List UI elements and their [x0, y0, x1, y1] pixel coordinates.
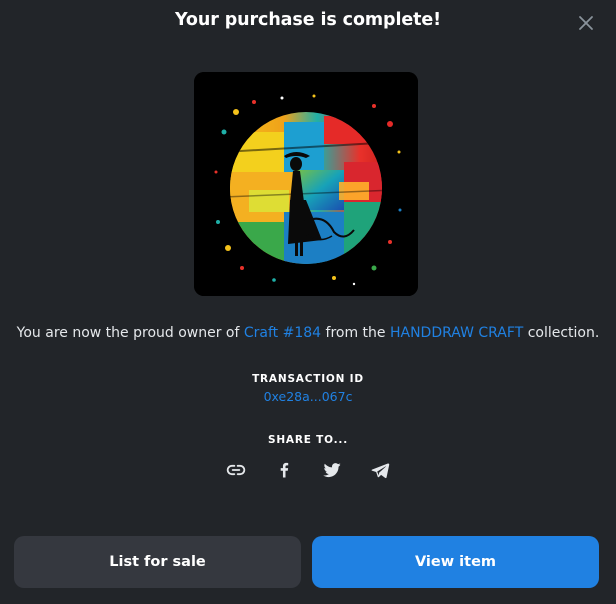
link-icon[interactable]: [225, 459, 247, 481]
owner-text-suffix: collection.: [523, 325, 600, 341]
transaction-id-label: TRANSACTION ID: [252, 373, 364, 385]
view-item-label: View item: [414, 554, 497, 570]
nft-image: [194, 72, 418, 296]
ownership-message: You are now the proud owner of Craft #18…: [0, 325, 616, 341]
owner-text-prefix: You are now the proud owner of: [16, 325, 244, 341]
close-icon[interactable]: [576, 13, 596, 33]
share-buttons: [0, 459, 616, 481]
nft-artwork: [194, 72, 418, 296]
list-for-sale-button[interactable]: List for sale: [14, 536, 301, 588]
transaction-id-link[interactable]: 0xe28a...067c: [264, 389, 353, 404]
list-for-sale-label: List for sale: [109, 554, 206, 570]
facebook-icon[interactable]: [273, 459, 295, 481]
telegram-icon[interactable]: [369, 459, 391, 481]
share-label: SHARE TO...: [267, 434, 348, 446]
item-link[interactable]: Craft #184: [244, 325, 321, 341]
view-item-button[interactable]: View item: [312, 536, 599, 588]
dialog-title: Your purchase is complete!: [174, 10, 442, 30]
owner-text-middle: from the: [321, 325, 390, 341]
twitter-icon[interactable]: [321, 459, 343, 481]
collection-link[interactable]: HANDDRAW CRAFT: [390, 325, 523, 341]
purchase-complete-dialog: Your purchase is complete! You are now t…: [0, 0, 616, 604]
